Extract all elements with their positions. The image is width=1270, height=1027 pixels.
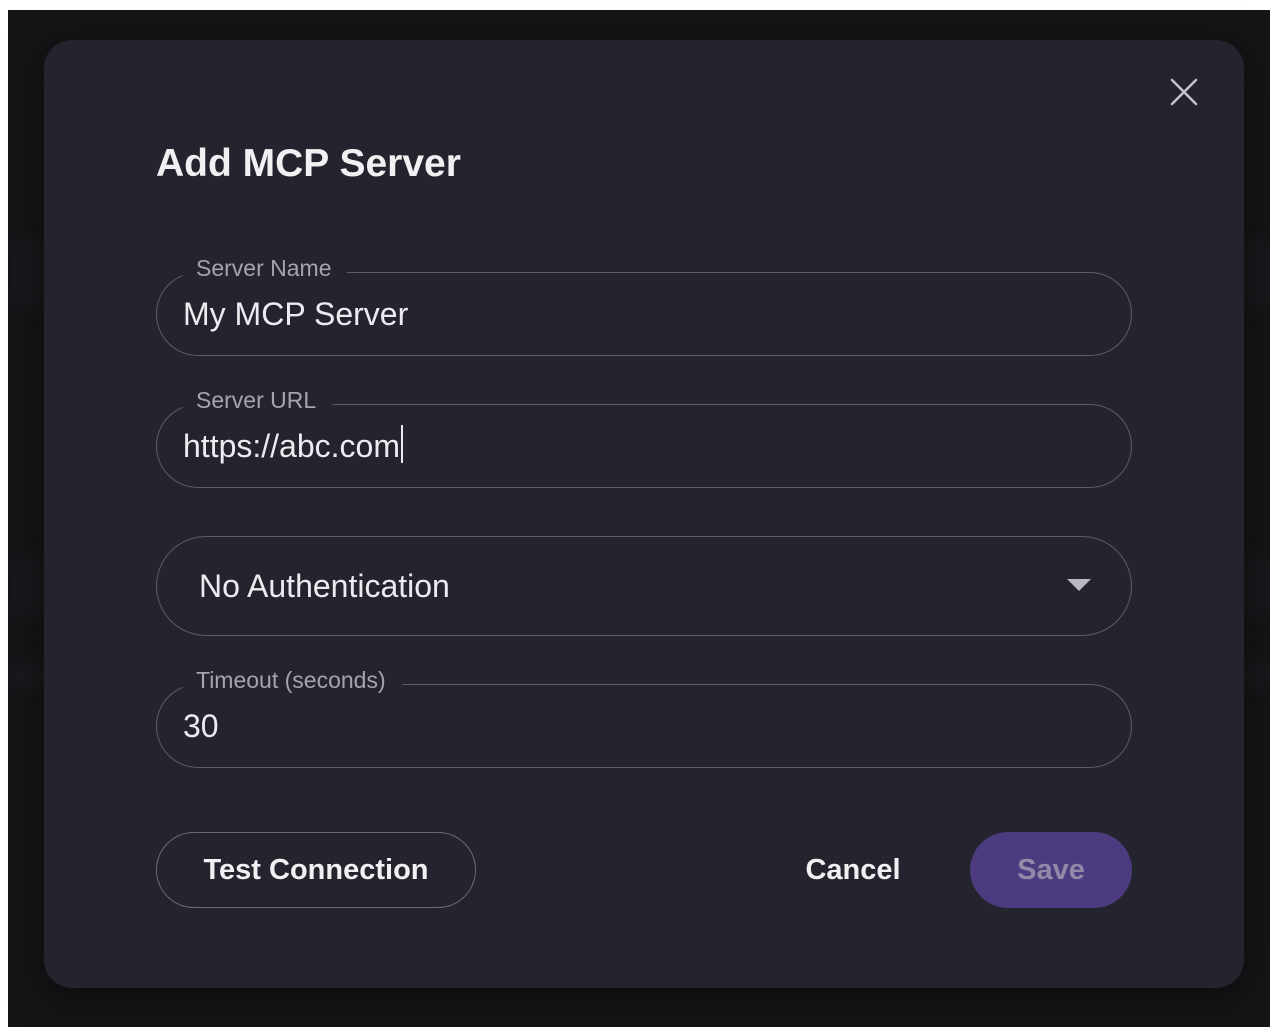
timeout-input[interactable]: 30 bbox=[156, 684, 1132, 768]
close-icon bbox=[1170, 78, 1198, 106]
authentication-selected-value: No Authentication bbox=[199, 567, 450, 604]
server-name-value: My MCP Server bbox=[183, 295, 409, 332]
server-url-value: https://abc.com bbox=[183, 427, 400, 464]
close-button[interactable] bbox=[1160, 72, 1208, 112]
authentication-select[interactable]: No Authentication bbox=[156, 536, 1132, 636]
server-url-label: Server URL bbox=[183, 386, 333, 414]
server-name-input[interactable]: My MCP Server bbox=[156, 272, 1132, 356]
text-cursor bbox=[400, 425, 403, 463]
server-url-input[interactable]: https://abc.com bbox=[156, 404, 1132, 488]
cancel-button[interactable]: Cancel bbox=[788, 832, 918, 908]
test-connection-button[interactable]: Test Connection bbox=[156, 832, 476, 908]
save-button[interactable]: Save bbox=[970, 832, 1132, 908]
timeout-label: Timeout (seconds) bbox=[183, 666, 402, 694]
chevron-down-icon bbox=[1067, 579, 1091, 591]
dialog-title: Add MCP Server bbox=[156, 142, 461, 185]
timeout-value: 30 bbox=[183, 707, 219, 744]
server-name-label: Server Name bbox=[183, 254, 348, 282]
